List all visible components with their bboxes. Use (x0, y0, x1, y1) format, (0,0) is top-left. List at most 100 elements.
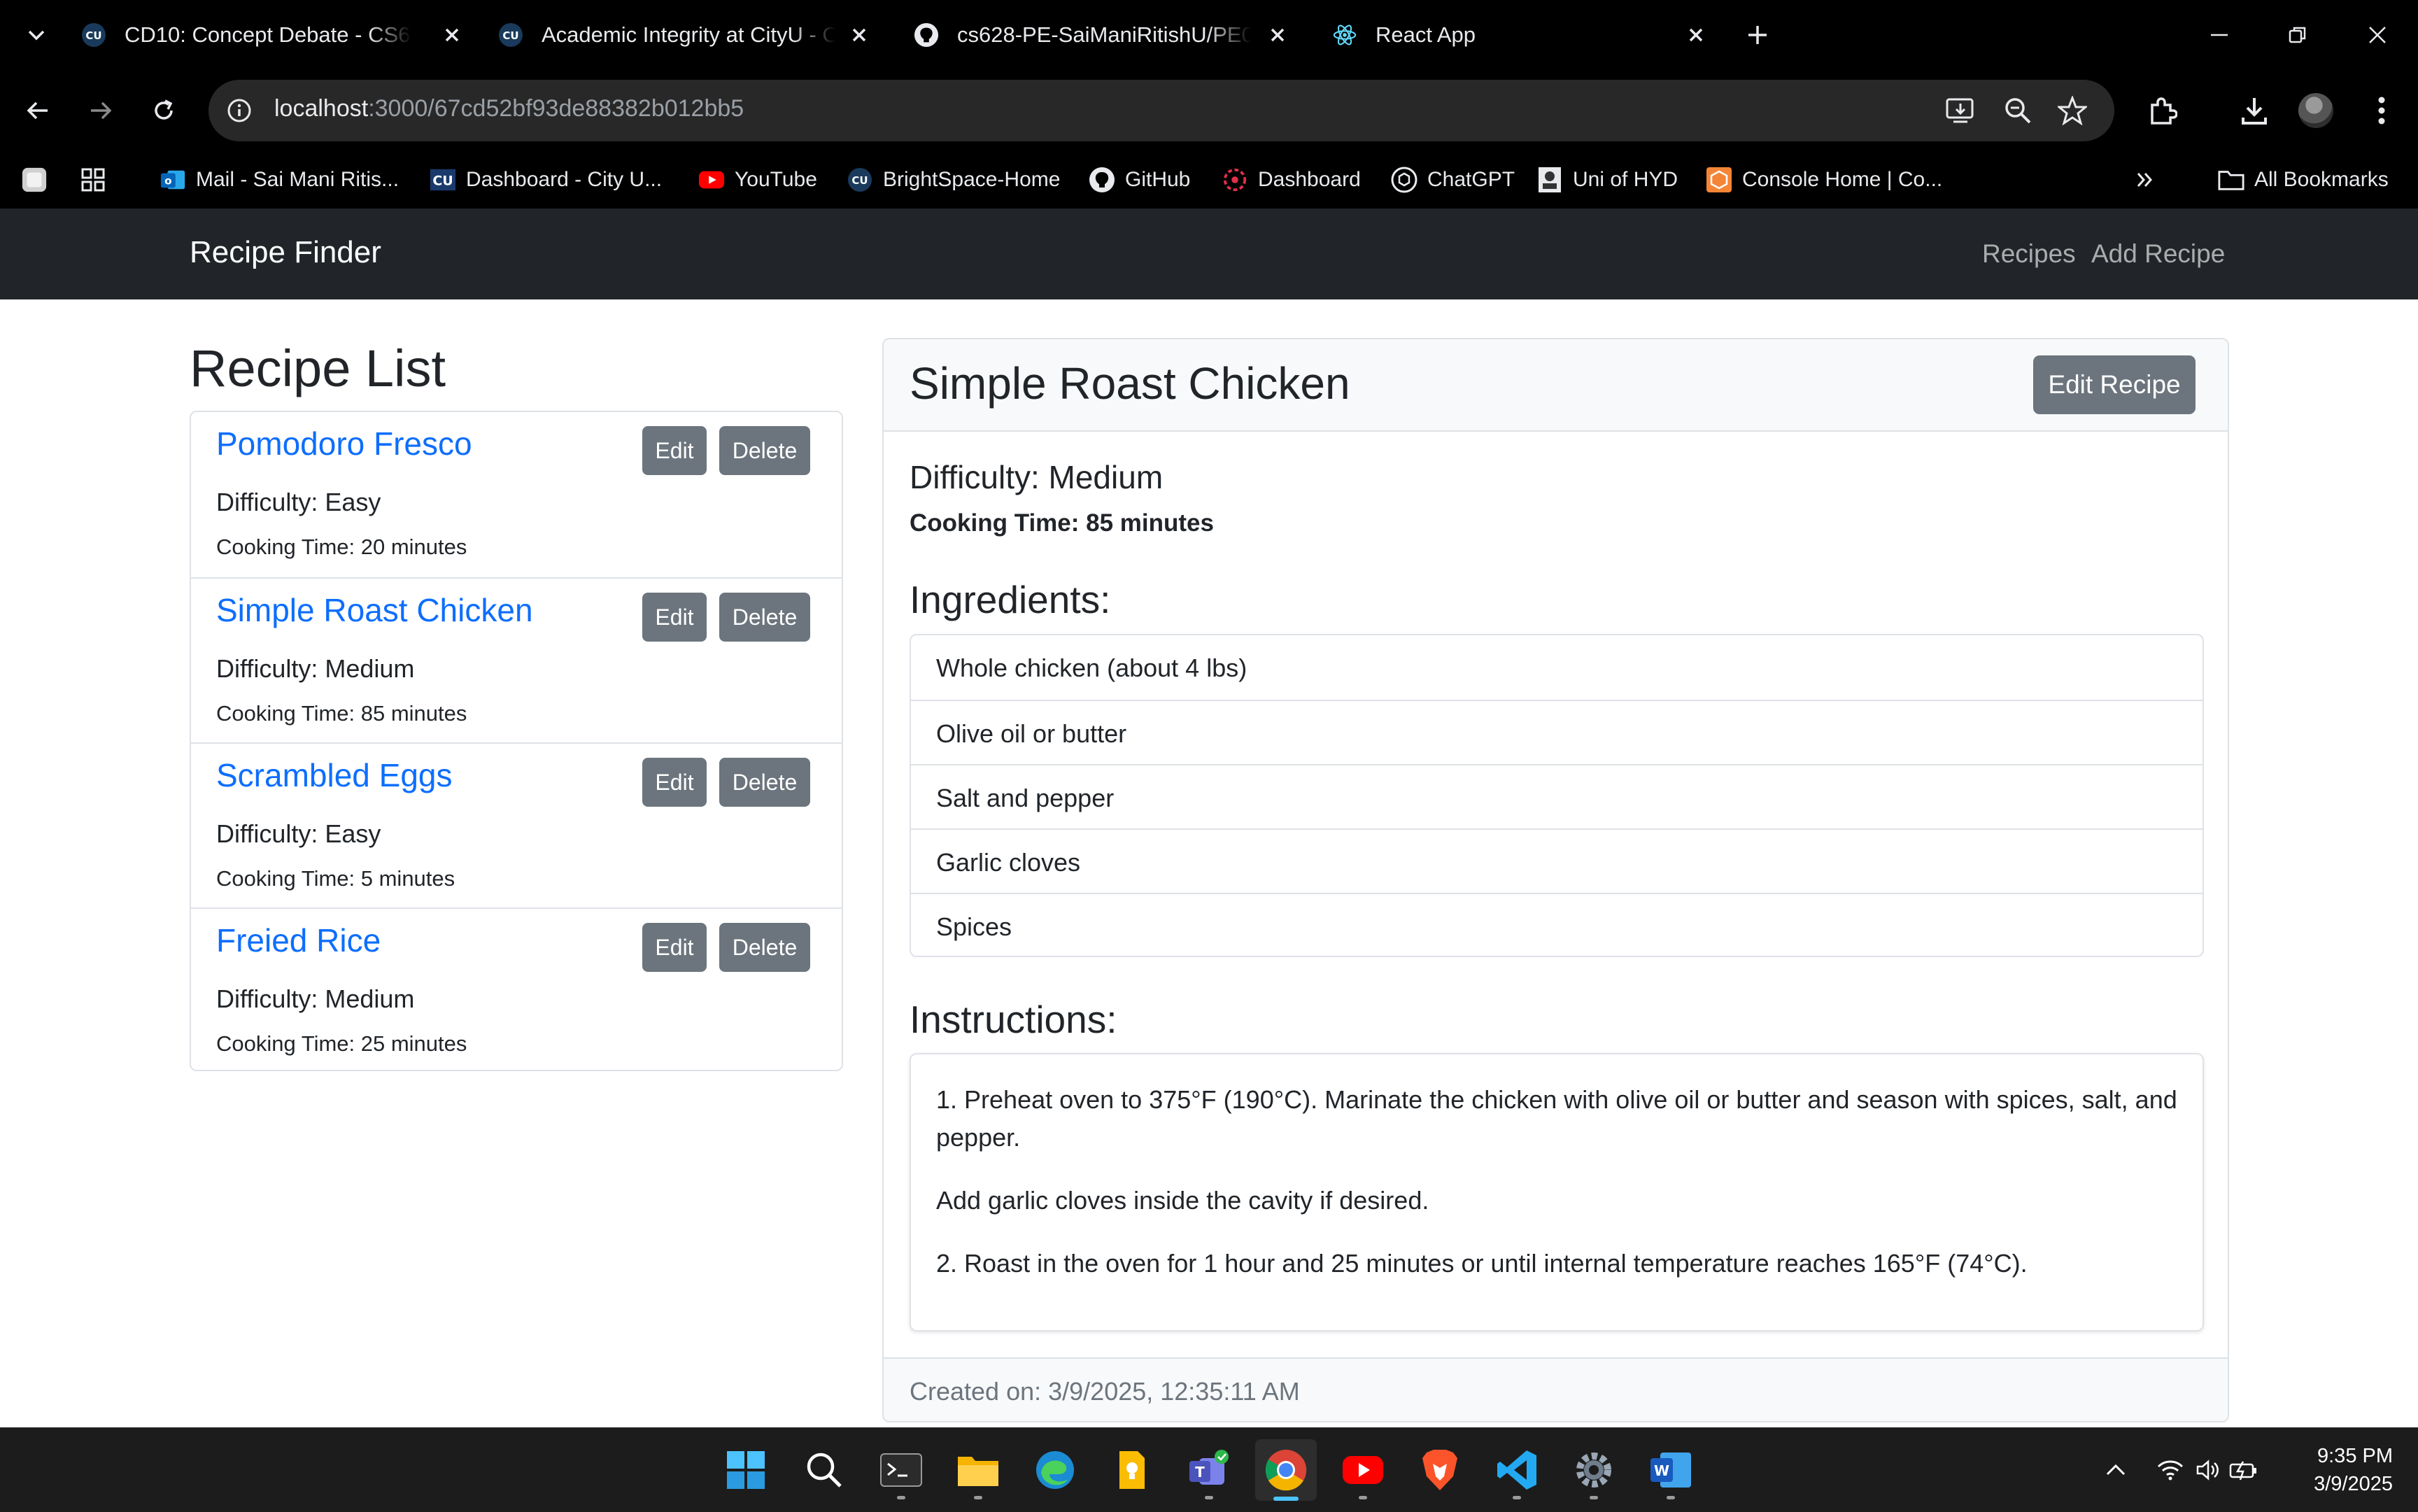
card-header: Simple Roast Chicken Edit Recipe (884, 339, 2228, 432)
bookmark-star-icon[interactable] (2054, 92, 2091, 129)
ingredient-item: Salt and pepper (911, 764, 2203, 828)
show-hidden-icons-chevron-icon[interactable] (2098, 1449, 2134, 1491)
tab-search-chevron-icon[interactable] (21, 15, 52, 55)
bookmark-app-square-icon[interactable] (21, 164, 48, 196)
close-window-icon[interactable] (2358, 15, 2397, 55)
battery-charging-icon[interactable] (2226, 1449, 2263, 1491)
keep-icon[interactable] (1101, 1439, 1163, 1501)
bookmark-youtube[interactable]: YouTube (698, 164, 817, 196)
app-navbar: Recipe Finder Recipes Add Recipe (0, 209, 2418, 299)
site-info-icon[interactable] (224, 95, 255, 126)
bookmark-console-home[interactable]: Console Home | Co... (1706, 164, 1942, 196)
tab-academic-integrity[interactable]: CU Academic Integrity at CityU - CS628 (498, 10, 880, 60)
cu-icon: CU (430, 167, 456, 193)
bookmark-uni-of-hyd[interactable]: Uni of HYD (1536, 164, 1678, 196)
bookmark-mail[interactable]: o Mail - Sai Mani Ritis... (160, 164, 399, 196)
settings-icon[interactable] (1563, 1439, 1625, 1501)
recipe-list: Pomodoro Fresco Edit Delete Difficulty: … (190, 411, 843, 1071)
recipe-difficulty: Difficulty: Easy (216, 819, 381, 848)
terminal-icon[interactable] (870, 1439, 932, 1501)
tab-cd10-concept-debate[interactable]: CU CD10: Concept Debate - CS628 (81, 10, 473, 60)
system-clock[interactable]: 9:35 PM 3/9/2025 (2303, 1442, 2393, 1498)
word-icon[interactable]: W (1640, 1439, 1702, 1501)
recipe-cooking-time: Cooking Time: 20 minutes (216, 535, 467, 559)
recipe-name-link[interactable]: Pomodoro Fresco (216, 425, 472, 462)
search-icon[interactable] (793, 1439, 855, 1501)
new-tab-plus-icon[interactable] (1741, 18, 1774, 52)
nav-link-recipes[interactable]: Recipes (1982, 239, 2076, 269)
more-bookmarks-chevron-icon[interactable] (2135, 164, 2155, 196)
cu-icon: CU (847, 167, 873, 193)
chrome-icon[interactable] (1255, 1439, 1317, 1501)
edge-icon[interactable] (1024, 1439, 1086, 1501)
apps-grid-icon[interactable] (80, 164, 106, 196)
tab-github-repo[interactable]: cs628-PE-SaiManiRitishU/PE04 (914, 10, 1299, 60)
running-indicator (1359, 1496, 1367, 1499)
recipe-difficulty: Difficulty: Medium (216, 654, 415, 683)
bookmark-github[interactable]: GitHub (1089, 164, 1190, 196)
ingredient-text: Spices (936, 912, 1012, 941)
svg-text:CU: CU (851, 174, 868, 187)
address-bar[interactable]: localhost:3000/67cd52bf93de88382b012bb5 (208, 80, 2114, 141)
install-app-icon[interactable] (1942, 92, 1979, 129)
youtube-icon[interactable] (1332, 1439, 1394, 1501)
bookmark-dashboard[interactable]: Dashboard (1222, 164, 1361, 196)
url-host: localhost (274, 95, 369, 122)
restore-window-icon[interactable] (2278, 15, 2317, 55)
bookmark-label: Dashboard (1258, 168, 1361, 191)
close-tab-icon[interactable] (1682, 21, 1710, 49)
windows-start-icon[interactable] (715, 1439, 777, 1501)
chatgpt-icon (1391, 167, 1417, 193)
recipe-name-link[interactable]: Scrambled Eggs (216, 756, 453, 794)
edit-button[interactable]: Edit (642, 593, 707, 642)
recipe-name-link[interactable]: Simple Roast Chicken (216, 591, 533, 629)
instruction-paragraph: Add garlic cloves inside the cavity if d… (936, 1186, 1429, 1215)
outlook-icon: o (160, 167, 186, 193)
detail-cooking-time: Cooking Time: 85 minutes (910, 509, 1214, 537)
volume-icon[interactable] (2190, 1449, 2226, 1491)
active-app-indicator (1273, 1497, 1299, 1501)
edit-recipe-button[interactable]: Edit Recipe (2033, 355, 2196, 414)
youtube-icon (698, 167, 725, 193)
ingredient-text: Salt and pepper (936, 784, 1115, 812)
browser-menu-kebab-icon[interactable] (2362, 91, 2401, 130)
running-indicator (974, 1496, 982, 1499)
minimize-window-icon[interactable] (2200, 15, 2239, 55)
recipe-cooking-time: Cooking Time: 85 minutes (216, 701, 467, 726)
recipe-name-link[interactable]: Freied Rice (216, 921, 381, 959)
instructions-heading: Instructions: (910, 998, 1117, 1041)
brave-icon[interactable] (1409, 1439, 1471, 1501)
close-tab-icon[interactable] (845, 21, 873, 49)
delete-button[interactable]: Delete (719, 426, 810, 475)
delete-button[interactable]: Delete (719, 758, 810, 807)
close-tab-icon[interactable] (438, 21, 466, 49)
forward-arrow-icon[interactable] (81, 91, 120, 130)
reload-icon[interactable] (144, 91, 183, 130)
back-arrow-icon[interactable] (18, 91, 57, 130)
edit-button[interactable]: Edit (642, 426, 707, 475)
teams-icon[interactable]: T (1178, 1439, 1240, 1501)
zoom-icon[interactable] (2000, 92, 2036, 129)
url-text[interactable]: localhost:3000/67cd52bf93de88382b012bb5 (274, 95, 744, 122)
profile-avatar[interactable] (2296, 91, 2335, 130)
edit-button[interactable]: Edit (642, 758, 707, 807)
recipe-difficulty: Difficulty: Easy (216, 488, 381, 516)
navbar-brand[interactable]: Recipe Finder (190, 235, 381, 270)
nav-link-add-recipe[interactable]: Add Recipe (2091, 239, 2225, 269)
tab-react-app-active[interactable]: React App (1332, 10, 1717, 60)
bookmark-chatgpt[interactable]: ChatGPT (1391, 164, 1515, 196)
downloads-icon[interactable] (2235, 91, 2274, 130)
extensions-puzzle-icon[interactable] (2142, 91, 2182, 130)
bookmark-dashboard-city-u[interactable]: CU Dashboard - City U... (430, 164, 662, 196)
close-tab-icon[interactable] (1264, 21, 1292, 49)
bookmark-label: Console Home | Co... (1742, 168, 1943, 191)
delete-button[interactable]: Delete (719, 923, 810, 972)
edit-button[interactable]: Edit (642, 923, 707, 972)
uoh-icon (1536, 167, 1563, 193)
bookmark-brightspace[interactable]: CU BrightSpace-Home (847, 164, 1060, 196)
vscode-icon[interactable] (1486, 1439, 1548, 1501)
all-bookmarks[interactable]: All Bookmarks (2218, 164, 2389, 196)
delete-button[interactable]: Delete (719, 593, 810, 642)
wifi-icon[interactable] (2152, 1449, 2189, 1491)
file-explorer-icon[interactable] (947, 1439, 1009, 1501)
